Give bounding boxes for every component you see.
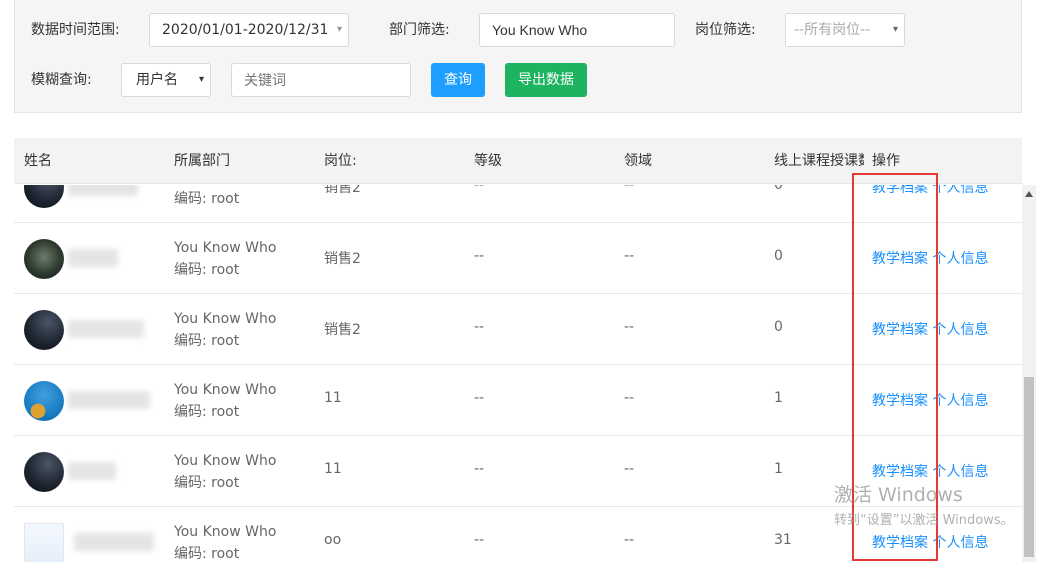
dept-cell: You Know Who 编码: root (174, 308, 276, 352)
course-count-cell: 0 (774, 248, 783, 264)
avatar (24, 185, 64, 208)
course-count-cell: 31 (774, 532, 792, 548)
dept-name: You Know Who (174, 382, 277, 398)
watermark-subtitle: 转到“设置”以激活 Windows。 (834, 513, 1014, 528)
level-cell: -- (474, 319, 485, 335)
header-dept: 所属部门 (174, 153, 230, 169)
dept-name: You Know Who (174, 311, 277, 327)
post-filter-label: 岗位筛选: (695, 22, 756, 38)
dept-name: You Know Who (174, 240, 277, 256)
post-cell: oo (324, 532, 342, 548)
avatar (24, 523, 64, 562)
fuzzy-field-value: 用户名 (136, 72, 178, 88)
dept-cell: 编码: root (174, 185, 239, 210)
date-range-picker[interactable]: 2020/01/01-2020/12/31 ▾ (149, 13, 349, 47)
query-button[interactable]: 查询 (431, 63, 485, 97)
vertical-scrollbar[interactable] (1022, 185, 1036, 562)
chevron-down-icon: ▾ (336, 24, 342, 35)
scrollbar-thumb[interactable] (1024, 377, 1034, 557)
personal-info-link[interactable]: 个人信息 (932, 185, 988, 196)
dept-name: You Know Who (174, 453, 277, 469)
course-count-cell: 0 (774, 319, 783, 335)
chevron-down-icon: ▾ (198, 74, 204, 85)
level-cell: -- (474, 532, 485, 548)
level-cell: -- (474, 185, 485, 193)
avatar (24, 381, 64, 421)
personal-info-link[interactable]: 个人信息 (932, 322, 988, 338)
course-count-cell: 1 (774, 461, 783, 477)
dept-code: 编码: root (174, 404, 240, 420)
avatar (24, 452, 64, 492)
post-cell: 销售2 (324, 251, 361, 267)
dept-filter-input[interactable] (479, 13, 675, 47)
dept-filter-label: 部门筛选: (389, 22, 450, 38)
header-course-count: 线上课程授课数 (774, 153, 864, 169)
dept-cell: You Know Who 编码: root (174, 450, 276, 494)
course-count-cell: 1 (774, 390, 783, 406)
date-range-value: 2020/01/01-2020/12/31 (162, 22, 329, 38)
field-cell: -- (624, 532, 635, 548)
windows-activation-watermark: 激活 Windows 转到“设置”以激活 Windows。 (834, 483, 1014, 531)
field-cell: -- (624, 390, 635, 406)
header-post: 岗位: (324, 153, 357, 169)
level-cell: -- (474, 390, 485, 406)
avatar (24, 239, 64, 279)
blurred-user-name (68, 462, 116, 480)
dept-name: You Know Who (174, 524, 277, 540)
blurred-user-name (68, 320, 144, 338)
scroll-up-arrow-icon[interactable] (1025, 191, 1033, 197)
blurred-user-name (68, 185, 138, 196)
field-cell: -- (624, 461, 635, 477)
filter-panel: 数据时间范围: 2020/01/01-2020/12/31 ▾ 部门筛选: 岗位… (14, 0, 1022, 113)
field-cell: -- (624, 185, 635, 193)
personal-info-link[interactable]: 个人信息 (932, 464, 988, 480)
fuzzy-field-select[interactable]: 用户名 ▾ (121, 63, 211, 97)
level-cell: -- (474, 461, 485, 477)
avatar (24, 310, 64, 350)
level-cell: -- (474, 248, 485, 264)
dept-cell: You Know Who 编码: root (174, 379, 276, 423)
fuzzy-query-label: 模糊查询: (31, 72, 92, 88)
watermark-title: 激活 Windows (834, 484, 963, 506)
personal-info-link[interactable]: 个人信息 (932, 251, 988, 267)
field-cell: -- (624, 248, 635, 264)
dept-code: 编码: root (174, 475, 240, 491)
blurred-user-name (74, 533, 154, 551)
export-button[interactable]: 导出数据 (505, 63, 587, 97)
header-name: 姓名 (24, 153, 52, 169)
dept-code: 编码: root (174, 191, 240, 207)
post-cell: 销售2 (324, 322, 361, 338)
post-filter-placeholder: --所有岗位-- (794, 22, 871, 38)
personal-info-link[interactable]: 个人信息 (932, 393, 988, 409)
post-cell: 11 (324, 390, 342, 406)
dept-code: 编码: root (174, 546, 240, 562)
header-level: 等级 (474, 153, 502, 169)
course-count-cell: 0 (774, 185, 783, 193)
post-cell: 销售2 (324, 185, 361, 196)
field-cell: -- (624, 319, 635, 335)
post-cell: 11 (324, 461, 342, 477)
dept-cell: You Know Who 编码: root (174, 237, 276, 281)
blurred-user-name (68, 249, 118, 267)
header-field: 领域 (624, 153, 652, 169)
dept-code: 编码: root (174, 262, 240, 278)
personal-info-link[interactable]: 个人信息 (932, 535, 988, 551)
post-filter-select[interactable]: --所有岗位-- ▾ (785, 13, 905, 47)
chevron-down-icon: ▾ (892, 24, 898, 35)
dept-cell: You Know Who 编码: root (174, 521, 276, 562)
keyword-input[interactable] (231, 63, 411, 97)
blurred-user-name (68, 391, 150, 409)
date-range-label: 数据时间范围: (31, 22, 120, 38)
dept-code: 编码: root (174, 333, 240, 349)
